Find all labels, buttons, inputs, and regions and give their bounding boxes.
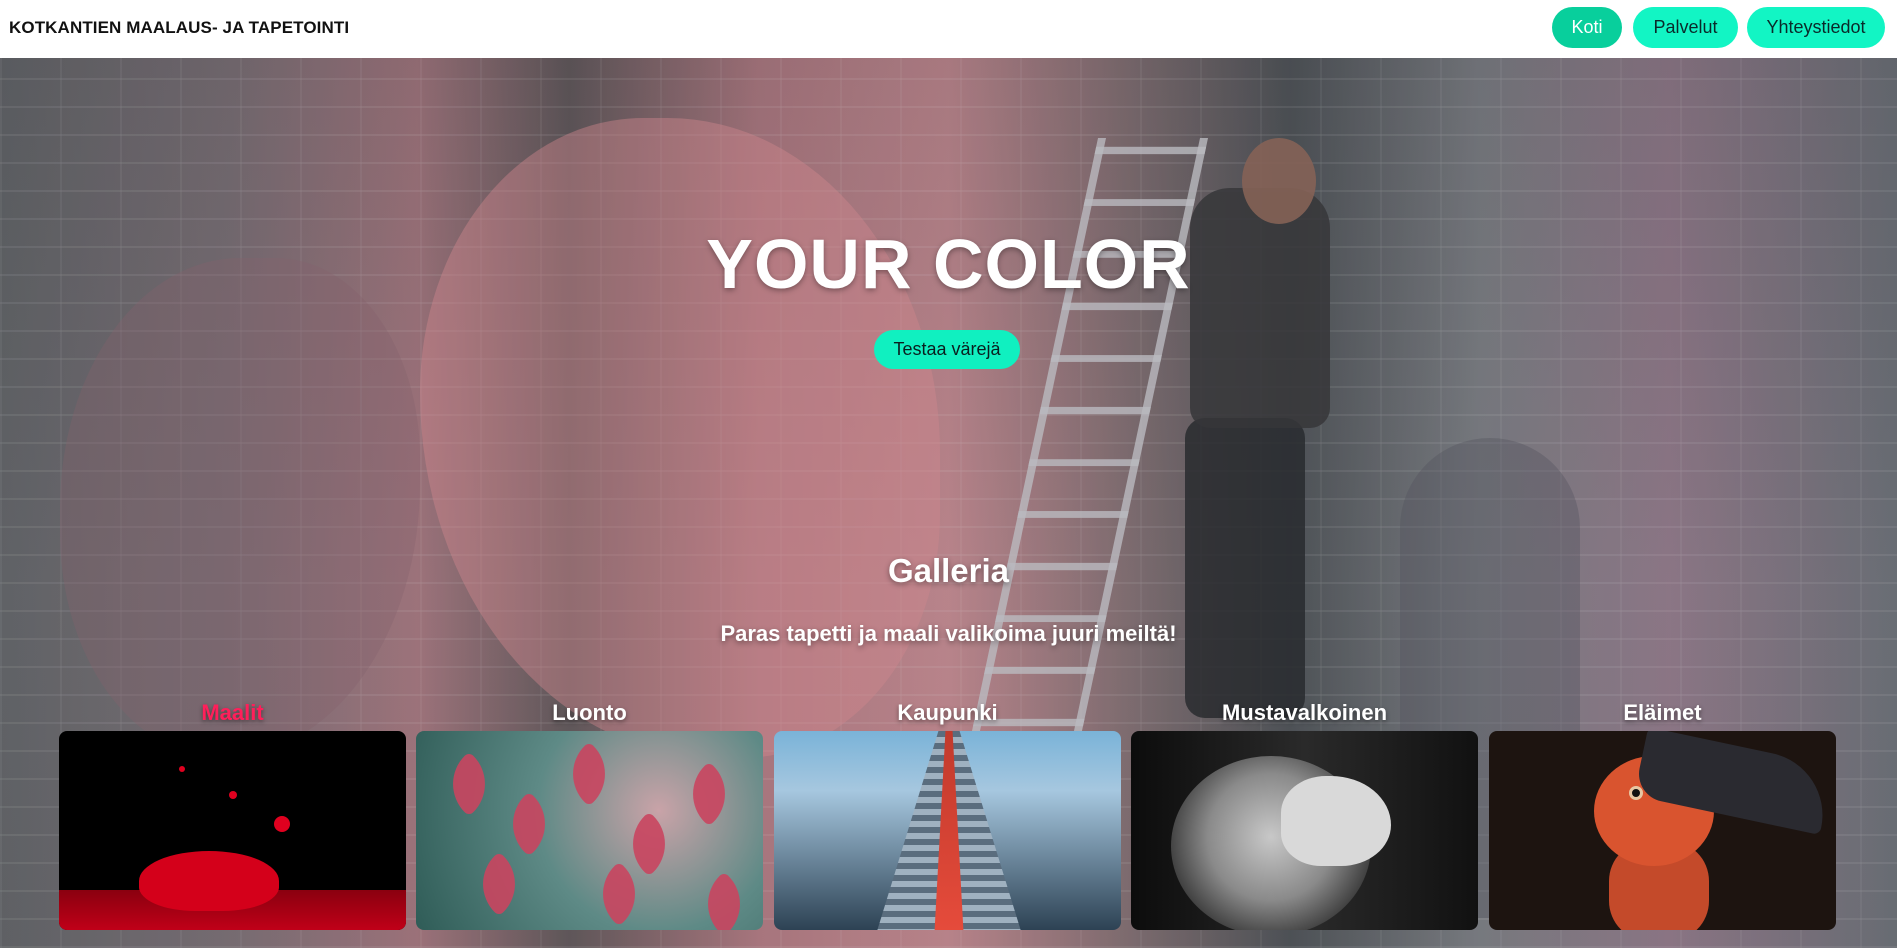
gallery-image-building[interactable] xyxy=(774,731,1121,930)
gallery-image-paint-splash[interactable] xyxy=(59,731,406,930)
gallery-card-label[interactable]: Mustavalkoinen xyxy=(1131,700,1478,730)
nav-contact-button[interactable]: Yhteystiedot xyxy=(1747,7,1885,48)
gallery-image-hornbill[interactable] xyxy=(1489,731,1836,930)
gallery-card-city[interactable]: Kaupunki xyxy=(774,700,1121,930)
gallery-subtitle: Paras tapetti ja maali valikoima juuri m… xyxy=(720,621,1177,646)
gallery-card-label[interactable]: Kaupunki xyxy=(774,700,1121,730)
gallery-title: Galleria xyxy=(887,552,1010,589)
site-header: KOTKANTIEN MAALAUS- JA TAPETOINTI Koti P… xyxy=(0,0,1897,58)
hero-title: YOUR COLOR xyxy=(706,225,1191,303)
test-colors-button[interactable]: Testaa värejä xyxy=(874,330,1020,369)
brand-name[interactable]: KOTKANTIEN MAALAUS- JA TAPETOINTI xyxy=(9,18,349,38)
gallery-image-lion[interactable] xyxy=(1131,731,1478,930)
gallery-card-label[interactable]: Maalit xyxy=(59,700,406,730)
gallery-card-paints[interactable]: Maalit xyxy=(59,700,406,930)
gallery-image-maple-leaves[interactable] xyxy=(416,731,763,930)
gallery-card-nature[interactable]: Luonto xyxy=(416,700,763,930)
nav-home-button[interactable]: Koti xyxy=(1552,7,1622,48)
gallery-card-animals[interactable]: Eläimet xyxy=(1489,700,1836,930)
gallery-card-black-white[interactable]: Mustavalkoinen xyxy=(1131,700,1478,930)
nav-services-button[interactable]: Palvelut xyxy=(1633,7,1738,48)
gallery-card-label[interactable]: Luonto xyxy=(416,700,763,730)
gallery-card-label[interactable]: Eläimet xyxy=(1489,700,1836,730)
